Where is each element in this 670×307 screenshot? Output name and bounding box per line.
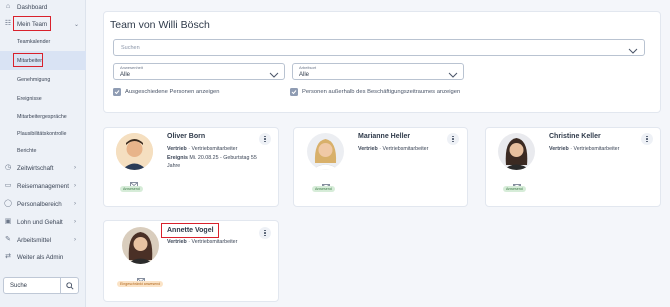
checkbox-checked-icon[interactable] [290, 88, 298, 96]
chevron-right-icon: › [74, 165, 76, 171]
chevron-down-icon [448, 67, 458, 85]
sidebar-item-reisemanagement[interactable]: ▭ Reisemanagement › [0, 181, 86, 191]
person-role: Vertrieb · Vertriebsmitarbeiter [549, 146, 620, 152]
sidebar-subitem-genehmigung[interactable]: Genehmigung [0, 75, 86, 84]
chevron-right-icon: › [74, 237, 76, 243]
person-role: Vertrieb · Vertriebsmitarbeiter [167, 239, 238, 245]
person-name[interactable]: Oliver Born [167, 133, 205, 140]
dashboard-icon: ⌂ [5, 3, 11, 10]
sidebar-item-label: Dashboard [17, 3, 48, 11]
person-name[interactable]: Christine Keller [549, 133, 601, 140]
sidebar-subitem-plausibilitaetskontrolle[interactable]: Plausibilitätskontrolle [0, 129, 86, 138]
sidebar-item-dashboard[interactable]: ⌂ Dashboard [0, 2, 86, 12]
status-badge: Anwesend [503, 186, 526, 192]
sidebar-item-weiter-als-admin[interactable]: ⇄ Weiter als Admin [0, 252, 86, 262]
filter-anwesenheit-select[interactable]: Anwesenheit Alle [113, 63, 285, 80]
more-options-icon[interactable] [641, 133, 653, 145]
person-role: Vertrieb · Vertriebsmitarbeiter [358, 146, 429, 152]
person-card[interactable]: Annette Vogel Vertrieb · Vertriebsmitarb… [103, 220, 279, 302]
chevron-right-icon: › [74, 183, 76, 189]
sidebar-item-lohn-und-gehalt[interactable]: ▣ Lohn und Gehalt › [0, 217, 86, 227]
sidebar-search[interactable]: Suche [3, 277, 79, 294]
filter-arbeitsort-select[interactable]: Arbeitsort Alle [292, 63, 464, 80]
checkbox-ausgeschiedene[interactable]: Ausgeschiedene Personen anzeigen [113, 88, 219, 96]
checkbox-ausserhalb[interactable]: Personen außerhalb des Beschäftigungszei… [290, 88, 460, 96]
chevron-down-icon [269, 67, 279, 85]
avatar [116, 133, 153, 170]
sidebar-subitem-teamkalender[interactable]: Teamkalender [0, 37, 86, 46]
sidebar-subitem-berichte[interactable]: Berichte [0, 146, 86, 155]
sidebar-item-arbeitsmittel[interactable]: ✎ Arbeitsmittel › [0, 235, 86, 245]
status-badge: Anwesend [120, 186, 143, 192]
more-options-icon[interactable] [447, 133, 459, 145]
avatar [307, 133, 344, 170]
search-icon[interactable] [60, 278, 78, 293]
tools-icon: ✎ [5, 236, 11, 243]
sidebar-item-personalbereich[interactable]: ◯ Personalbereich › [0, 199, 86, 209]
highlight-mein-team [13, 16, 51, 31]
team-icon: ☷ [4, 20, 12, 27]
highlight-annette-vogel [161, 223, 219, 238]
page-title: Team von Willi Bösch [110, 19, 210, 31]
status-badge: Eingeschränkt anwesend [117, 281, 164, 287]
sidebar-subitem-ereignisse[interactable]: Ereignisse [0, 94, 86, 103]
person-card[interactable]: Marianne Heller Vertrieb · Vertriebsmita… [293, 127, 468, 207]
person-role: Vertrieb · Vertriebsmitarbeiter [167, 146, 238, 152]
sidebar-item-zeitwirtschaft[interactable]: ◷ Zeitwirtschaft › [0, 163, 86, 173]
chevron-right-icon: › [74, 219, 76, 225]
sidebar: ⌂ Dashboard ☷ Mein Team ⌄ Teamkalender M… [0, 0, 86, 307]
more-options-icon[interactable] [259, 133, 271, 145]
person-name[interactable]: Marianne Heller [358, 133, 410, 140]
highlight-mitarbeiter [13, 53, 43, 67]
team-filter-card: Team von Willi Bösch Suchen Anwesenheit … [103, 11, 661, 113]
chevron-down-icon: ⌄ [74, 21, 80, 28]
avatar [498, 133, 535, 170]
chevron-right-icon: › [74, 201, 76, 207]
sidebar-subitem-mitarbeitergespraeche[interactable]: Mitarbeitergespräche [0, 112, 86, 121]
sidebar-search-input[interactable]: Suche [4, 283, 60, 289]
suitcase-icon: ▭ [4, 182, 12, 189]
person-card[interactable]: Christine Keller Vertrieb · Vertriebsmit… [485, 127, 661, 207]
checkbox-checked-icon[interactable] [113, 88, 121, 96]
more-options-icon[interactable] [259, 227, 271, 239]
person-event: Ereignis Mi. 20.08.25 - Geburtstag 55 Jah… [167, 155, 257, 169]
status-badge: Anwesend [312, 186, 335, 192]
user-icon: ◯ [4, 200, 12, 207]
money-icon: ▣ [4, 218, 12, 225]
switch-icon: ⇄ [5, 253, 11, 260]
search-placeholder: Suchen [121, 45, 140, 51]
clock-icon: ◷ [4, 164, 12, 171]
avatar [122, 227, 159, 264]
chevron-down-icon [628, 43, 638, 61]
person-card[interactable]: Oliver Born Vertrieb · Vertriebsmitarbei… [103, 127, 279, 207]
team-search-input[interactable]: Suchen [113, 39, 645, 56]
